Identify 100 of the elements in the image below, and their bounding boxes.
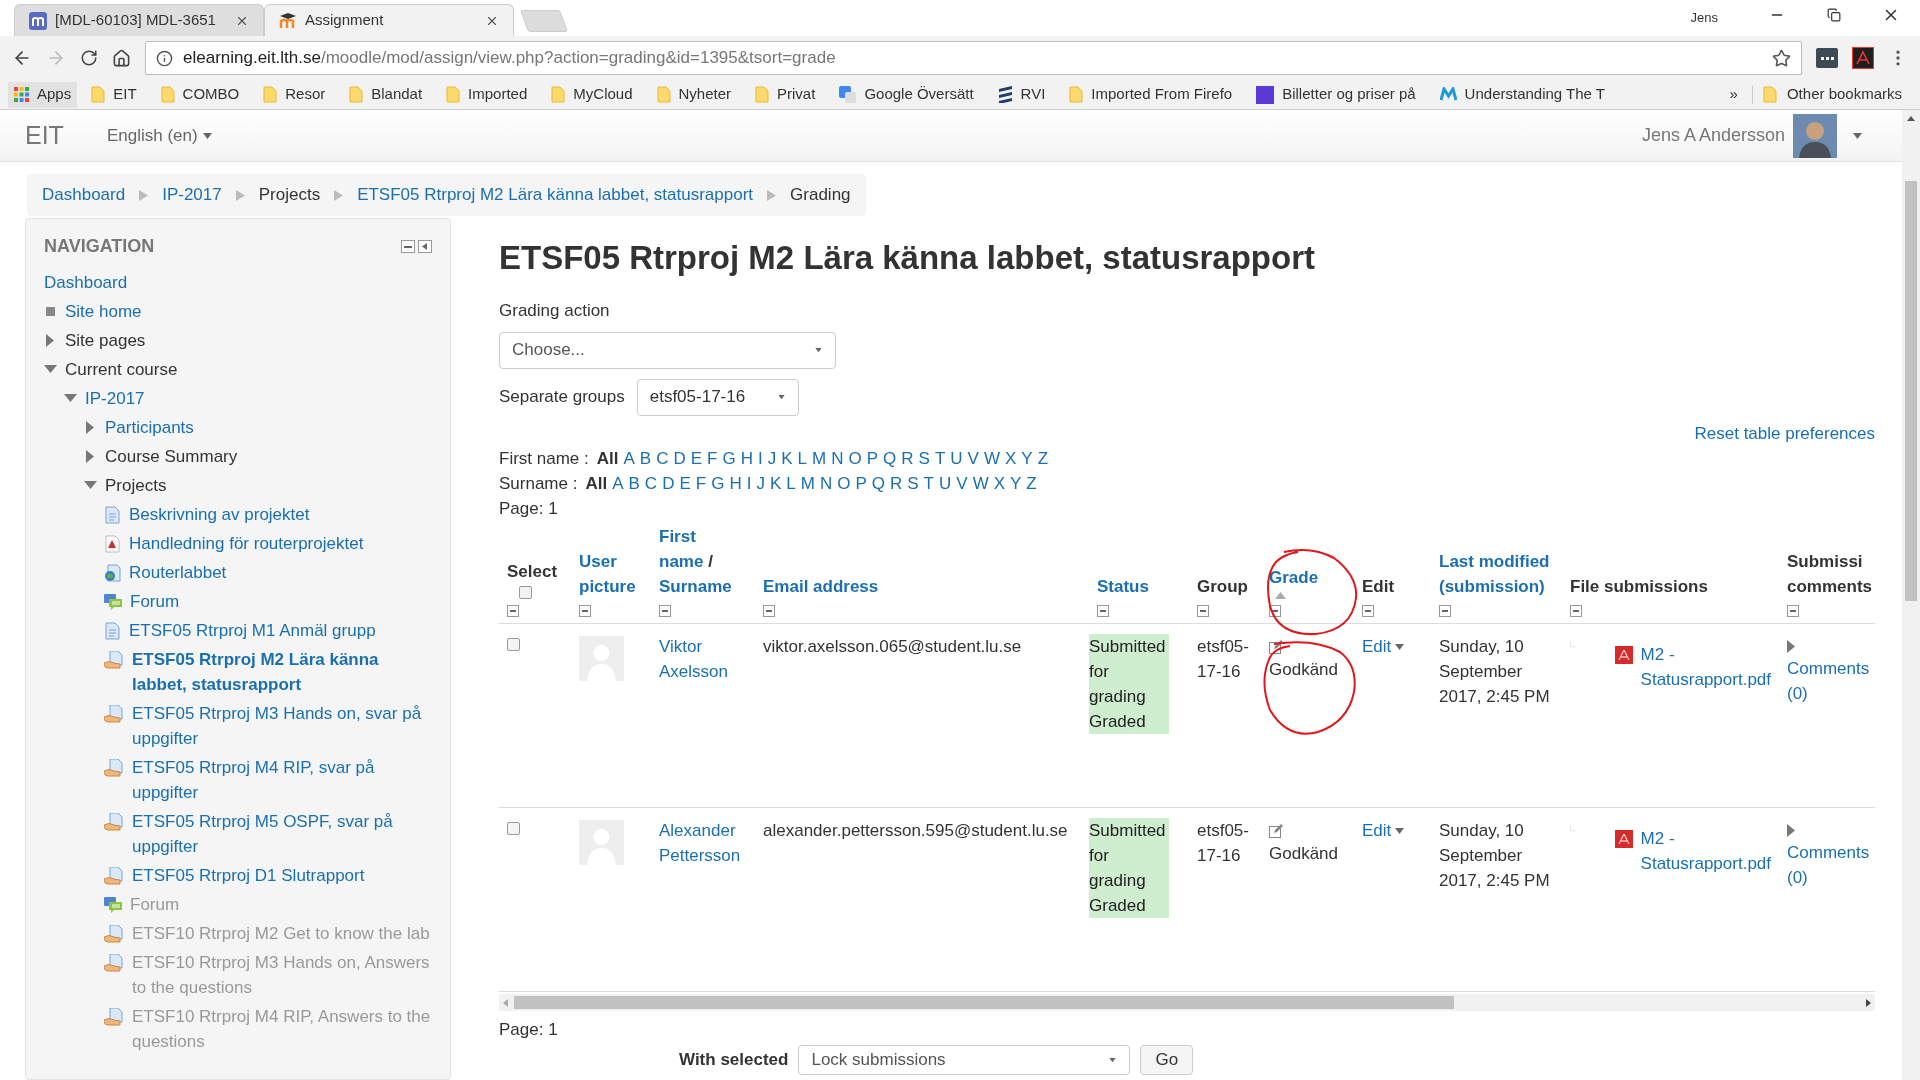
nav-item[interactable]: Site home	[65, 299, 142, 324]
select-checkbox[interactable]	[507, 822, 520, 835]
collapsed-arrow-icon[interactable]	[46, 334, 55, 347]
letter-filter[interactable]: O	[837, 470, 851, 497]
vertical-scrollbar[interactable]	[1902, 110, 1920, 1080]
letter-filter[interactable]: F	[707, 445, 718, 472]
letter-filter[interactable]: O	[848, 445, 862, 472]
collapse-column-icon[interactable]	[1570, 605, 1582, 617]
scroll-up-arrow-icon[interactable]	[1907, 116, 1915, 121]
letter-filter[interactable]: D	[673, 445, 686, 472]
activity-link[interactable]: ETSF05 Rtrproj M2 Lära känna labbet, statusrapport	[132, 647, 432, 697]
breadcrumb-item[interactable]: ETSF05 Rtrproj M2 Lära känna labbet, statusrapport	[357, 182, 754, 208]
letter-filter[interactable]: I	[746, 470, 752, 497]
letter-filter[interactable]: W	[983, 445, 1000, 472]
nav-item[interactable]: Course Summary	[105, 444, 238, 469]
minimize-block-icon[interactable]	[401, 240, 415, 253]
letter-filter[interactable]: E	[690, 445, 703, 472]
collapse-column-icon[interactable]	[579, 605, 591, 617]
letter-filter[interactable]: V	[967, 445, 979, 472]
address-bar[interactable]: elearning.eit.lth.se/moodle/mod/assign/view.php?action=grading&id=1395&tsort=grade	[145, 41, 1802, 75]
collapse-column-icon[interactable]	[763, 605, 775, 617]
bookmark[interactable]: Resor	[257, 81, 332, 108]
letter-filter[interactable]: G	[722, 445, 736, 472]
nav-item[interactable]: Participants	[105, 415, 194, 440]
bulk-action-select[interactable]: Lock submissions	[798, 1044, 1131, 1075]
bookmark[interactable]: MyCloud	[545, 81, 639, 108]
letter-filter[interactable]: P	[855, 470, 867, 497]
letter-filter[interactable]: I	[758, 445, 763, 472]
collapse-column-icon[interactable]	[1269, 605, 1281, 617]
letter-filter[interactable]: K	[769, 470, 782, 497]
letter-filter[interactable]: Q	[871, 470, 885, 497]
letter-filter[interactable]: M	[800, 470, 815, 497]
letter-filter[interactable]: K	[781, 445, 793, 472]
activity-link[interactable]: Handledning för routerprojektet	[129, 531, 364, 556]
groups-select[interactable]: etsf05-17-16	[636, 378, 799, 416]
column-header[interactable]: Status	[1097, 574, 1149, 599]
bookmark[interactable]: EIT	[85, 81, 143, 108]
collapse-column-icon[interactable]	[1197, 605, 1209, 617]
column-header[interactable]: User picture	[579, 549, 643, 599]
select-checkbox[interactable]	[507, 638, 520, 651]
letter-filter[interactable]: U	[950, 445, 963, 472]
nav-item[interactable]: Dashboard	[44, 270, 128, 295]
bookmark-star-icon[interactable]	[1772, 48, 1791, 68]
bookmark[interactable]: Apps	[8, 81, 78, 108]
collapsed-arrow-icon[interactable]	[86, 421, 95, 434]
collapse-column-icon[interactable]	[1097, 605, 1109, 617]
letter-filter[interactable]: F	[695, 470, 707, 497]
select-checkbox[interactable]	[519, 586, 532, 599]
grading-action-select[interactable]: Choose...	[499, 331, 836, 369]
expanded-arrow-icon[interactable]	[44, 365, 57, 374]
expand-arrow-icon[interactable]	[1787, 640, 1795, 653]
letter-filter[interactable]: X	[1005, 445, 1017, 472]
letter-filter[interactable]: T	[934, 445, 946, 472]
letter-filter[interactable]: C	[656, 445, 669, 472]
letter-filter[interactable]: L	[797, 445, 808, 472]
activity-link[interactable]: Routerlabbet	[129, 560, 227, 585]
column-header[interactable]: Grade	[1269, 565, 1319, 590]
letter-filter[interactable]: V	[956, 470, 968, 497]
go-button[interactable]: Go	[1140, 1044, 1194, 1075]
student-name-link[interactable]: Alexander Pettersson	[659, 818, 747, 868]
reset-link[interactable]: Reset table preferences	[1694, 420, 1875, 446]
column-header[interactable]: First name / Surname	[659, 524, 731, 599]
letter-filter[interactable]: R	[901, 445, 914, 472]
activity-link[interactable]: ETSF05 Rtrproj M3 Hands on, svar på uppgifter	[132, 701, 432, 751]
expanded-arrow-icon[interactable]	[64, 394, 77, 403]
collapse-column-icon[interactable]	[1787, 605, 1799, 617]
bookmark[interactable]: Blandat	[343, 81, 429, 108]
collapsed-arrow-icon[interactable]	[86, 450, 95, 463]
edit-menu-link[interactable]: Edit	[1362, 634, 1423, 659]
letter-filter[interactable]: L	[786, 470, 796, 497]
letter-filter[interactable]: R	[890, 470, 903, 497]
collapse-column-icon[interactable]	[1439, 605, 1451, 617]
nav-item[interactable]: IP-2017	[85, 386, 145, 411]
letter-filter[interactable]: Q	[883, 445, 897, 472]
bookmark[interactable]: RVI	[991, 81, 1052, 108]
bookmark[interactable]: Google Översätt	[833, 81, 980, 108]
bookmark[interactable]: COMBO	[154, 81, 246, 108]
nav-item[interactable]: Current course	[65, 357, 178, 382]
expand-arrow-icon[interactable]	[1787, 824, 1795, 837]
extension-icon[interactable]	[1816, 48, 1838, 68]
edit-pencil-icon[interactable]	[1269, 824, 1283, 838]
letter-filter[interactable]: H	[740, 445, 753, 472]
expanded-arrow-icon[interactable]	[84, 481, 97, 490]
profile-name[interactable]: Jens	[1690, 8, 1718, 28]
letter-filter[interactable]: N	[831, 445, 844, 472]
letter-filter[interactable]: P	[866, 445, 879, 472]
bookmark[interactable]: Imported From Firefo	[1063, 81, 1239, 108]
home-icon[interactable]	[112, 48, 131, 68]
language-menu[interactable]: English (en)	[106, 122, 212, 149]
pdf-extension-icon[interactable]	[1852, 47, 1874, 69]
letter-filter[interactable]: Z	[1037, 445, 1049, 472]
nav-item[interactable]: Site pages	[65, 328, 146, 353]
user-name[interactable]: Jens A Andersson	[1641, 122, 1785, 149]
letter-filter[interactable]: T	[923, 470, 934, 497]
bookmark[interactable]: Imported	[440, 81, 534, 108]
activity-link[interactable]: Beskrivning av projektet	[129, 502, 310, 527]
letter-filter[interactable]: U	[939, 470, 952, 497]
column-header[interactable]: Last modified (submission)	[1439, 549, 1551, 599]
reload-icon[interactable]	[80, 49, 98, 67]
letter-filter[interactable]: All	[596, 445, 619, 472]
